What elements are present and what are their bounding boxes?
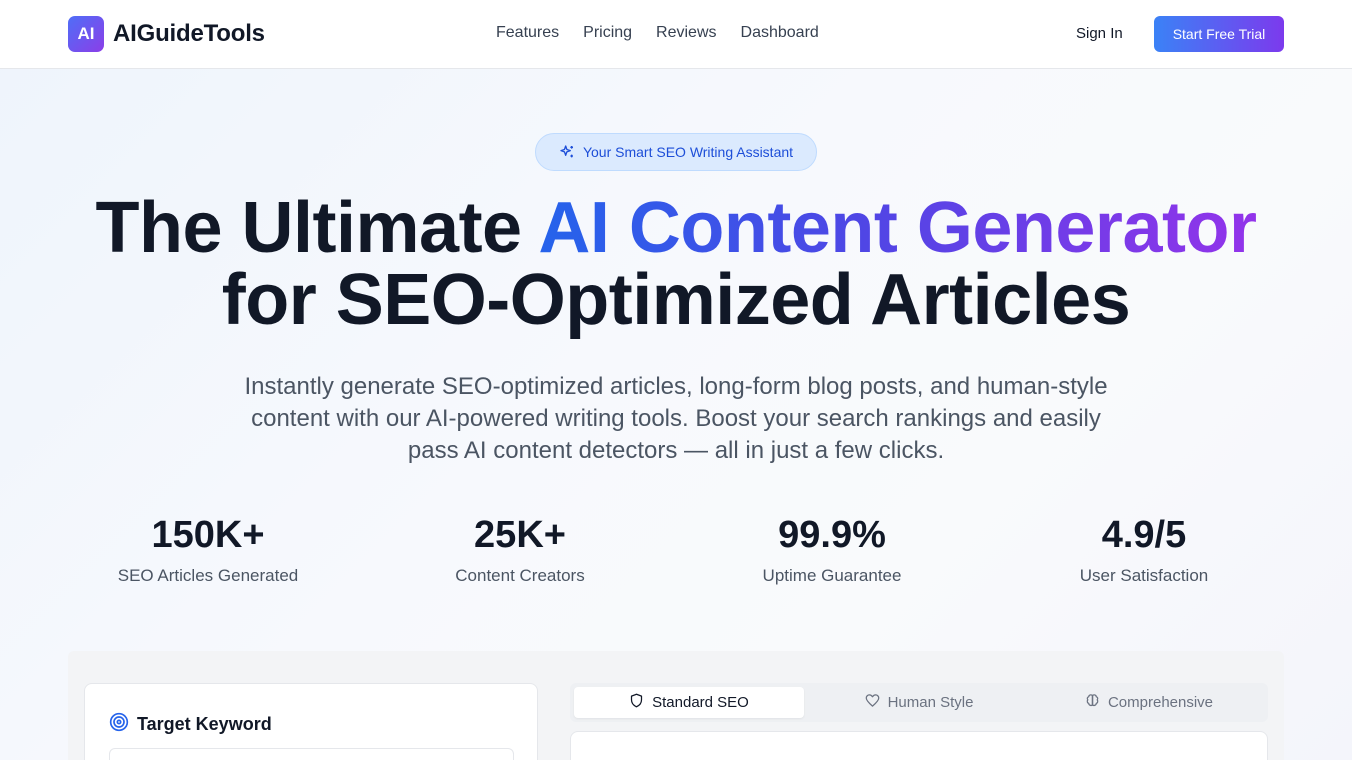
- keyword-card-title: Target Keyword: [109, 712, 272, 737]
- brain-icon: [1085, 693, 1100, 712]
- headline-part2: for SEO-Optimized Articles: [221, 260, 1131, 340]
- stat-value: 25K+: [474, 514, 566, 556]
- hero-headline: The Ultimate AI Content Generator for SE…: [0, 192, 1352, 336]
- stat-label: Content Creators: [455, 566, 585, 585]
- mode-tabs: Standard SEO Human Style Comprehensive: [570, 683, 1268, 722]
- tab-label: Human Style: [887, 694, 974, 711]
- top-header: AI AIGuideTools Features Pricing Reviews…: [0, 0, 1352, 69]
- hero-tagline-pill: Your Smart SEO Writing Assistant: [535, 133, 817, 171]
- stat-value: 99.9%: [778, 514, 886, 556]
- shield-icon: [629, 693, 644, 712]
- tab-label: Standard SEO: [652, 694, 749, 711]
- stat-articles: 150K+ SEO Articles Generated: [58, 514, 358, 586]
- heart-icon: [865, 693, 880, 712]
- stat-label: SEO Articles Generated: [117, 566, 299, 585]
- sign-in-link[interactable]: Sign In: [1076, 25, 1123, 42]
- brand-name: AIGuideTools: [113, 20, 265, 47]
- keyword-card: Target Keyword: [84, 683, 538, 760]
- main-nav: Features Pricing Reviews Dashboard: [496, 24, 819, 42]
- brand-logo[interactable]: AI AIGuideTools: [68, 16, 265, 52]
- stat-creators: 25K+ Content Creators: [370, 514, 670, 586]
- keyword-title-label: Target Keyword: [137, 714, 272, 734]
- sparkles-icon: [559, 144, 575, 160]
- pill-label: Your Smart SEO Writing Assistant: [582, 144, 794, 160]
- nav-link-reviews[interactable]: Reviews: [656, 24, 716, 42]
- tab-human-style[interactable]: Human Style: [804, 687, 1034, 718]
- logo-badge-icon: AI: [68, 16, 104, 52]
- hero-subtext: Instantly generate SEO-optimized article…: [244, 373, 1108, 464]
- stat-label: User Satisfaction: [1079, 566, 1209, 585]
- stat-value: 150K+: [151, 514, 265, 556]
- output-card: [570, 731, 1268, 760]
- stat-value: 4.9/5: [1101, 514, 1187, 556]
- headline-part1: The Ultimate: [95, 188, 539, 268]
- stat-uptime: 99.9% Uptime Guarantee: [682, 514, 982, 586]
- nav-link-dashboard[interactable]: Dashboard: [741, 24, 819, 42]
- tab-label: Comprehensive: [1107, 694, 1214, 711]
- nav-link-pricing[interactable]: Pricing: [583, 24, 632, 42]
- target-icon: [109, 712, 129, 737]
- nav-link-features[interactable]: Features: [496, 24, 559, 42]
- tab-comprehensive[interactable]: Comprehensive: [1034, 687, 1264, 718]
- keyword-input[interactable]: [109, 748, 514, 760]
- stat-satisfaction: 4.9/5 User Satisfaction: [994, 514, 1294, 586]
- start-free-trial-button[interactable]: Start Free Trial: [1154, 16, 1284, 52]
- tab-standard-seo[interactable]: Standard SEO: [574, 687, 804, 718]
- headline-highlight: AI Content Generator: [538, 188, 1257, 268]
- stat-label: Uptime Guarantee: [762, 566, 902, 585]
